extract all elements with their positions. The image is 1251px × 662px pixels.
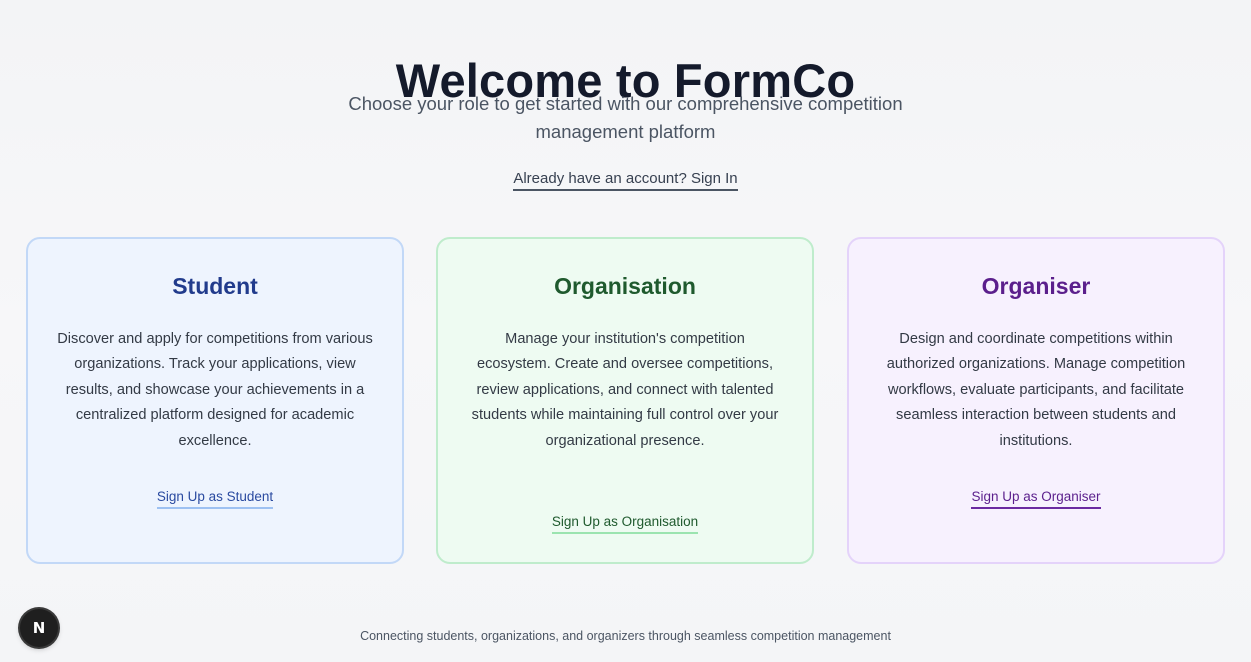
sign-up-organiser-link[interactable]: Sign Up as Organiser [971,489,1101,509]
page: Welcome to FormCo Choose your role to ge… [0,0,1251,662]
footer-text: Connecting students, organizations, and … [360,629,891,643]
student-card-description: Discover and apply for competitions from… [57,331,373,449]
student-card: Student Discover and apply for competiti… [26,237,404,564]
next-logo-icon[interactable]: N [20,609,58,647]
organiser-card-description: Design and coordinate competitions withi… [886,331,1186,449]
organisation-card: Organisation Manage your institution's c… [436,237,814,564]
organisation-card-description: Manage your institution's competition ec… [471,331,779,449]
sign-up-student-link[interactable]: Sign Up as Student [156,489,274,509]
student-cta-container: Sign Up as Student [28,488,402,509]
page-subtitle: Choose your role to get started with our… [348,93,903,142]
next-logo-letter: N [32,619,46,637]
student-card-title: Student [172,273,258,299]
organiser-card: Organiser Design and coordinate competit… [847,237,1225,564]
signin-link[interactable]: Already have an account? Sign In [513,170,738,191]
organisation-card-title: Organisation [554,273,696,299]
organiser-cta-container: Sign Up as Organiser [849,488,1223,509]
signin-container: Already have an account? Sign In [0,170,1251,191]
organisation-cta-container: Sign Up as Organisation [438,513,812,534]
sign-up-organisation-link[interactable]: Sign Up as Organisation [551,514,699,534]
organiser-card-title: Organiser [981,273,1091,299]
